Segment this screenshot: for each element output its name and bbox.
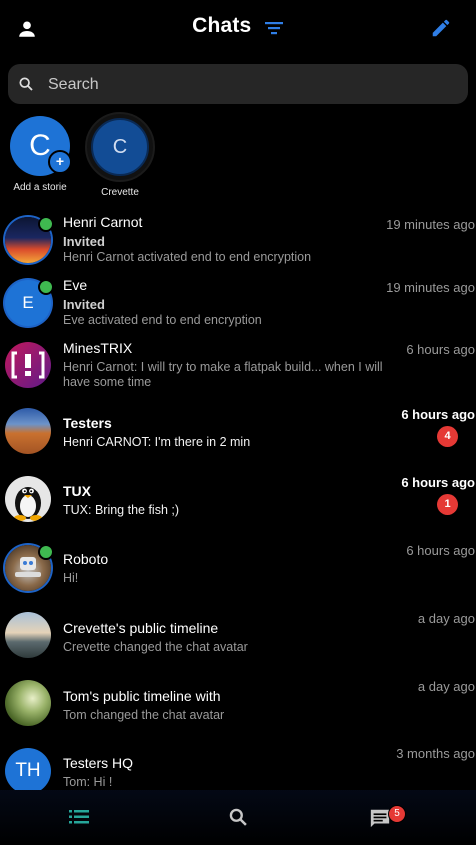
chat-preview: Henri Carnot activated end to end encryp… bbox=[63, 250, 312, 264]
chat-name: Tom's public timeline with bbox=[63, 688, 221, 704]
online-indicator bbox=[38, 216, 54, 232]
chat-time: 19 minutes ago bbox=[386, 217, 475, 232]
app-header: Chats bbox=[0, 0, 476, 56]
story-avatar: C bbox=[85, 112, 155, 182]
search-bar[interactable] bbox=[8, 64, 468, 106]
messages-badge: 5 bbox=[388, 805, 406, 823]
chat-preview: TUX: Bring the fish ;) bbox=[63, 503, 180, 517]
chat-name: Crevette's public timeline bbox=[63, 620, 219, 636]
chat-preview: Crevette changed the chat avatar bbox=[63, 640, 248, 654]
story-label: Add a storie bbox=[13, 182, 67, 193]
chat-preview: Eve activated end to end encryption bbox=[63, 313, 262, 327]
search-input[interactable] bbox=[46, 64, 450, 106]
avatar-initial: E bbox=[22, 293, 34, 312]
chat-preview: Henri CARNOT: I'm there in 2 min bbox=[63, 435, 251, 449]
chat-name: Eve bbox=[63, 277, 88, 293]
avatar bbox=[5, 408, 51, 454]
chat-time: 6 hours ago bbox=[406, 342, 475, 357]
story-initial: C bbox=[112, 136, 128, 158]
chat-preview: Tom changed the chat avatar bbox=[63, 708, 225, 722]
list-icon[interactable] bbox=[69, 809, 89, 825]
avatar bbox=[5, 476, 51, 522]
unread-badge: 4 bbox=[437, 426, 458, 447]
chat-name: Roboto bbox=[63, 551, 109, 567]
chat-time: 3 months ago bbox=[396, 746, 475, 761]
unread-badge: 1 bbox=[437, 494, 458, 515]
chat-time: 6 hours ago bbox=[401, 475, 475, 490]
chat-time: 6 hours ago bbox=[401, 407, 475, 422]
chat-time: 19 minutes ago bbox=[386, 280, 475, 295]
edit-icon[interactable] bbox=[430, 17, 452, 39]
avatar: TH bbox=[5, 748, 51, 794]
avatar bbox=[5, 680, 51, 726]
chat-item-testers[interactable]: Testers Henri CARNOT: I'm there in 2 min… bbox=[0, 400, 476, 466]
chat-item-henri-carnot[interactable]: Henri Carnot Invited Henri Carnot activa… bbox=[0, 208, 476, 274]
chat-preview: Henri Carnot: I will try to make a flatp… bbox=[63, 360, 383, 389]
avatar bbox=[5, 612, 51, 658]
chat-name: Testers HQ bbox=[63, 755, 134, 771]
chat-item-crevette-timeline[interactable]: Crevette's public timeline Crevette chan… bbox=[0, 604, 476, 670]
chat-status: Invited bbox=[63, 234, 105, 249]
chat-name: TUX bbox=[63, 483, 91, 499]
add-story-button[interactable]: + bbox=[48, 150, 72, 174]
minestrix-logo bbox=[11, 351, 45, 379]
story-initial: C bbox=[29, 129, 51, 162]
chat-preview: Hi! bbox=[63, 571, 79, 585]
page-title: Chats bbox=[192, 14, 252, 37]
chat-name: MinesTRIX bbox=[63, 340, 133, 356]
online-indicator bbox=[38, 279, 54, 295]
chat-item-roboto[interactable]: Roboto Hi! 6 hours ago bbox=[0, 536, 476, 602]
avatar-initial: TH bbox=[15, 760, 41, 781]
chat-item-eve[interactable]: E Eve Invited Eve activated end to end e… bbox=[0, 271, 476, 337]
chat-time: a day ago bbox=[417, 611, 475, 626]
story-label: Crevette bbox=[101, 187, 139, 198]
avatar bbox=[5, 342, 51, 388]
story-avatar: C + bbox=[10, 116, 72, 176]
chat-item-tom-timeline[interactable]: Tom's public timeline with Tom changed t… bbox=[0, 672, 476, 738]
chat-time: 6 hours ago bbox=[406, 543, 475, 558]
search-icon bbox=[19, 77, 33, 91]
bottom-navigation: 5 bbox=[0, 790, 476, 845]
chat-name: Testers bbox=[63, 415, 112, 431]
chat-item-tux[interactable]: TUX TUX: Bring the fish ;) 6 hours ago 1 bbox=[0, 468, 476, 534]
chat-item-minestrix[interactable]: MinesTRIX Henri Carnot: I will try to ma… bbox=[0, 334, 476, 400]
search-icon[interactable] bbox=[228, 807, 248, 827]
story-crevette[interactable]: C Crevette bbox=[84, 112, 156, 198]
online-indicator bbox=[38, 544, 54, 560]
filter-icon[interactable] bbox=[264, 20, 284, 36]
chat-status: Invited bbox=[63, 297, 105, 312]
tux-penguin-icon bbox=[14, 487, 42, 521]
story-add[interactable]: C + Add a storie bbox=[8, 116, 72, 193]
chat-name: Henri Carnot bbox=[63, 214, 143, 230]
chat-time: a day ago bbox=[417, 679, 475, 694]
chat-preview: Tom: Hi ! bbox=[63, 775, 113, 789]
